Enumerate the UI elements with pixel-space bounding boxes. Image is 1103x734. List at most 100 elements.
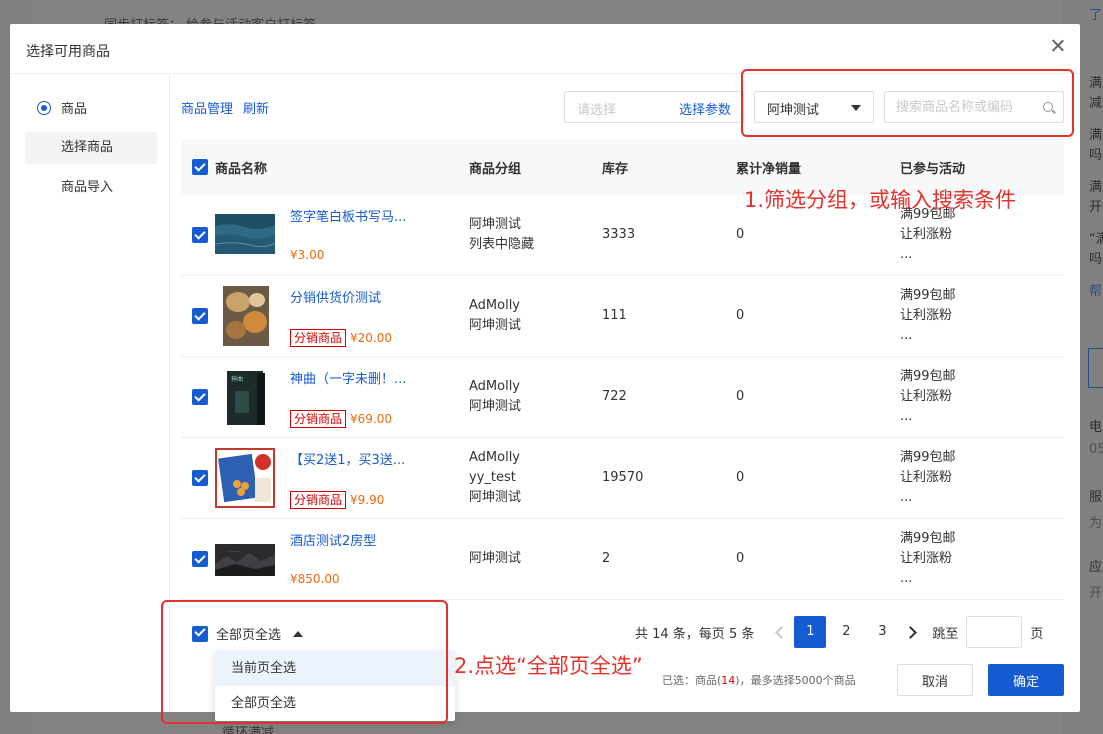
header-activity: 已参与活动 (900, 162, 966, 177)
page-1[interactable]: 1 (794, 616, 827, 648)
annotation-box-select-all (161, 600, 448, 724)
activity-line: 让利涨粉 (900, 551, 953, 566)
select-param-button[interactable]: 选择参数 (679, 99, 731, 118)
activity-line: 让利涨粉 (900, 308, 953, 323)
product-thumbnail (223, 286, 269, 346)
product-thumbnail: ......... (215, 544, 275, 576)
pagination: 共 14 条，每页 5 条 1 2 3 跳至 页 (635, 616, 1043, 648)
product-radio-label: 商品 (61, 102, 88, 117)
product-price: ¥850.00 (290, 572, 340, 586)
price-row: 分销商品 ¥9.90 (290, 491, 384, 509)
nav-item-import-products[interactable]: 商品导入 (25, 172, 157, 204)
page-2[interactable]: 2 (830, 616, 862, 648)
product-sales: 0 (736, 551, 745, 566)
product-activity: 满99包邮 让利涨粉 ... (900, 529, 956, 589)
product-sales: 0 (736, 227, 745, 242)
header-group: 商品分组 (469, 162, 522, 177)
row-checkbox[interactable] (192, 227, 208, 243)
background-right-text: 满 (1089, 76, 1103, 91)
product-radio[interactable]: 商品 (37, 98, 87, 117)
param-select[interactable]: 请选择 选择参数 (564, 91, 744, 123)
row-checkbox[interactable] (192, 551, 208, 567)
table-row: 神曲 神曲（一字未删！... 分销商品 ¥69.00 AdMolly 阿坤测试 … (181, 357, 1064, 438)
page-3[interactable]: 3 (866, 616, 898, 648)
product-name-link[interactable]: 【买2送1，买3送... (290, 449, 405, 468)
refresh-link[interactable]: 刷新 (243, 98, 269, 117)
group-line: 阿坤测试 (469, 490, 522, 505)
price-row: ¥850.00 (290, 572, 340, 586)
chevron-left-icon[interactable] (768, 616, 792, 648)
product-group: 阿坤测试 列表中隐藏 (469, 215, 534, 255)
product-name-link[interactable]: 神曲（一字未删！... (290, 368, 406, 387)
nav-item-select-products[interactable]: 选择商品 (25, 132, 157, 164)
confirm-button[interactable]: 确定 (988, 664, 1064, 696)
row-checkbox[interactable] (192, 470, 208, 486)
product-stock: 2 (602, 551, 611, 566)
annotation-box-filter (741, 69, 1074, 137)
product-sales: 0 (736, 389, 745, 404)
activity-line: ... (900, 328, 913, 343)
activity-line: ... (900, 571, 913, 586)
row-checkbox[interactable] (192, 308, 208, 324)
activity-line: 让利涨粉 (900, 389, 953, 404)
product-stock: 722 (602, 389, 627, 404)
table-row: ......... 酒店测试2房型 ¥850.00 阿坤测试 2 0 满99包邮… (181, 519, 1064, 600)
activity-line: 满99包邮 (900, 450, 956, 465)
group-line: AdMolly (469, 298, 521, 313)
product-stock: 19570 (602, 470, 644, 485)
group-line: AdMolly (469, 450, 521, 465)
group-line: 阿坤测试 (469, 217, 522, 232)
background-right-text: 满 (1089, 128, 1103, 143)
price-row: 分销商品 ¥20.00 (290, 329, 392, 347)
product-thumbnail (215, 214, 275, 254)
product-name-link[interactable]: 签字笔白板书写马... (290, 206, 406, 225)
chevron-right-icon[interactable] (900, 616, 924, 648)
header-stock: 库存 (602, 162, 629, 177)
header-name: 商品名称 (215, 162, 268, 177)
selected-info: 已选：商品(14)，最多选择5000个商品 (662, 672, 856, 688)
background-right-text: 满 (1089, 180, 1103, 195)
background-right-text: 帮 (1089, 284, 1103, 299)
toolbar-links: 商品管理 刷新 (181, 98, 269, 117)
activity-line: ... (900, 247, 913, 262)
product-stock: 3333 (602, 227, 636, 242)
svg-text:.........: ......... (229, 548, 240, 553)
product-name-link[interactable]: 分销供货价测试 (290, 287, 381, 306)
cancel-button[interactable]: 取消 (897, 664, 973, 696)
selected-count: 14 (721, 674, 736, 687)
price-row: 分销商品 ¥69.00 (290, 410, 392, 428)
product-stock: 111 (602, 308, 627, 323)
jump-label: 跳至 (932, 626, 959, 642)
pagination-total: 共 14 条，每页 5 条 (635, 626, 755, 642)
product-sales: 0 (736, 308, 745, 323)
product-group: AdMolly 阿坤测试 (469, 296, 521, 336)
distribution-tag: 分销商品 (290, 410, 347, 428)
table-row: 【买2送1，买3送... 分销商品 ¥9.90 AdMolly yy_test … (181, 438, 1064, 519)
activity-line: 让利涨粉 (900, 470, 953, 485)
background-right-text: 开 (1089, 200, 1103, 215)
selected-prefix: 已选：商品( (662, 674, 722, 687)
product-manage-link[interactable]: 商品管理 (181, 98, 233, 117)
annotation-step2: 2.点选“全部页全选” (454, 654, 643, 678)
activity-line: ... (900, 490, 913, 505)
product-activity: 满99包邮 让利涨粉 ... (900, 205, 956, 265)
background-right-text: 为 (1089, 516, 1103, 531)
group-line: yy_test (469, 470, 516, 485)
activity-line: 满99包邮 (900, 288, 956, 303)
background-right-text: 了 (1089, 8, 1103, 23)
group-line: AdMolly (469, 379, 521, 394)
background-right-column: 了 满 减 满 吗 满 开 “满 吗 帮 电 05 服 为 应 开 (1080, 0, 1103, 734)
product-activity: 满99包邮 让利涨粉 ... (900, 367, 956, 427)
background-right-text: 05 (1089, 442, 1103, 457)
dialog-title: 选择可用商品 (26, 44, 110, 60)
distribution-tag: 分销商品 (290, 491, 347, 509)
product-group: AdMolly 阿坤测试 (469, 377, 521, 417)
jump-page-input[interactable] (966, 616, 1023, 648)
row-checkbox[interactable] (192, 389, 208, 405)
group-line: 阿坤测试 (469, 318, 522, 333)
product-price: ¥69.00 (350, 412, 393, 426)
background-right-text: 开 (1089, 586, 1103, 601)
header-checkbox[interactable] (192, 159, 208, 175)
close-icon[interactable] (1048, 36, 1068, 56)
product-name-link[interactable]: 酒店测试2房型 (290, 530, 376, 549)
